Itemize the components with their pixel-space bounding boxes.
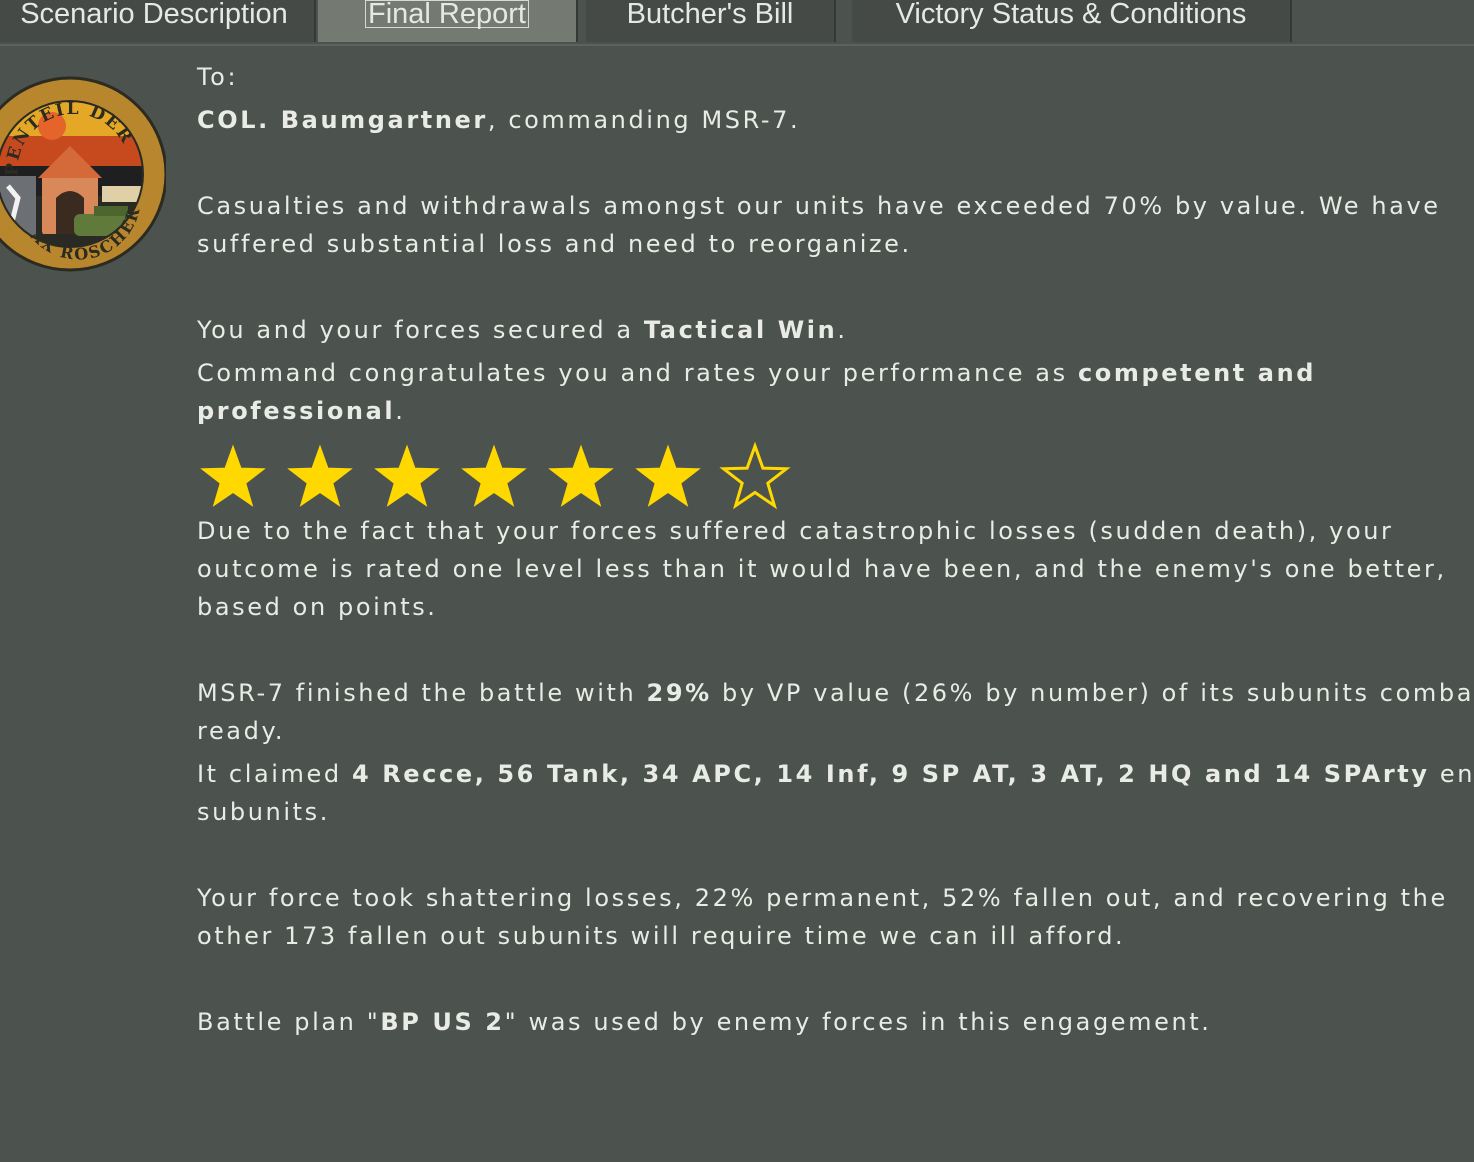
losses-line-2: other 173 fallen out subunits will requi…: [197, 922, 1126, 950]
result-pre: You and your forces secured a: [197, 316, 644, 344]
result-post: .: [837, 316, 848, 344]
claimed-list: 4 Recce, 56 Tank, 34 APC, 14 Inf, 9 SP A…: [351, 760, 1430, 788]
claimed-line-2: subunits.: [197, 798, 330, 826]
tab-label: Scenario Description: [20, 0, 288, 30]
losses-line-1: Your force took shattering losses, 22% p…: [197, 884, 1448, 912]
result-line: You and your forces secured a Tactical W…: [197, 311, 1474, 349]
congrats-line-2: professional.: [197, 392, 1474, 430]
casualties-line-2: suffered substantial loss and need to re…: [197, 230, 912, 258]
recipient-name: COL. Baumgartner: [197, 106, 488, 134]
final-report-text: To: COL. Baumgartner, commanding MSR-7. …: [197, 58, 1474, 1041]
plan-post: " was used by enemy forces in this engag…: [504, 1008, 1212, 1036]
performance-rating: [197, 442, 1474, 520]
tab-final-report[interactable]: Final Report: [318, 0, 578, 42]
result-value: Tactical Win: [643, 316, 838, 344]
battle-plan-line: Battle plan "BP US 2" was used by enemy …: [197, 1003, 1474, 1041]
finished-line-2: ready.: [197, 717, 286, 745]
congrats-rating-2: professional: [197, 397, 396, 425]
unit-emblem: PENTEIL DER NVA AX ROSCHER: [0, 51, 168, 282]
tab-bar: Scenario Description Final Report Butche…: [0, 0, 1474, 46]
congrats-line: Command congratulates you and rates your…: [197, 354, 1474, 392]
finished-line: MSR-7 finished the battle with 29% by VP…: [197, 674, 1474, 712]
finished-post: by VP value (26% by number) of its subun…: [711, 679, 1474, 707]
congrats-post: .: [395, 397, 406, 425]
claimed-line: It claimed 4 Recce, 56 Tank, 34 APC, 14 …: [197, 755, 1474, 793]
casualties-line-1: Casualties and withdrawals amongst our u…: [197, 192, 1441, 220]
tab-victory-status[interactable]: Victory Status & Conditions: [852, 0, 1292, 42]
star-rating-icons: [200, 442, 791, 510]
star-filled-icon: [461, 444, 527, 507]
tab-scenario-description[interactable]: Scenario Description: [0, 0, 316, 42]
recipient-line: COL. Baumgartner, commanding MSR-7.: [197, 101, 1474, 139]
sudden-death-line-2: outcome is rated one level less than it …: [197, 555, 1447, 583]
star-empty-icon: [719, 442, 791, 510]
plan-pre: Battle plan ": [197, 1008, 381, 1036]
tab-butchers-bill[interactable]: Butcher's Bill: [586, 0, 836, 42]
claimed-post: enemy: [1439, 760, 1474, 788]
star-filled-icon: [548, 444, 614, 507]
tab-label: Final Report: [365, 0, 529, 29]
recipient-rest: , commanding MSR-7.: [487, 106, 801, 134]
star-filled-icon: [635, 444, 701, 507]
tab-label: Butcher's Bill: [626, 0, 794, 30]
claimed-pre: It claimed: [197, 760, 352, 788]
congrats-pre: Command congratulates you and rates your…: [197, 359, 1078, 387]
star-filled-icon: [287, 444, 353, 507]
star-filled-icon: [200, 444, 266, 507]
sudden-death-line-3: based on points.: [197, 593, 438, 621]
to-label: To:: [197, 63, 239, 91]
star-filled-icon: [374, 444, 440, 507]
congrats-rating-1: competent and: [1077, 359, 1317, 387]
battle-plan-name: BP US 2: [380, 1008, 505, 1036]
finished-pre: MSR-7 finished the battle with: [197, 679, 647, 707]
tab-label: Victory Status & Conditions: [895, 0, 1247, 30]
finished-percent: 29%: [646, 679, 712, 707]
